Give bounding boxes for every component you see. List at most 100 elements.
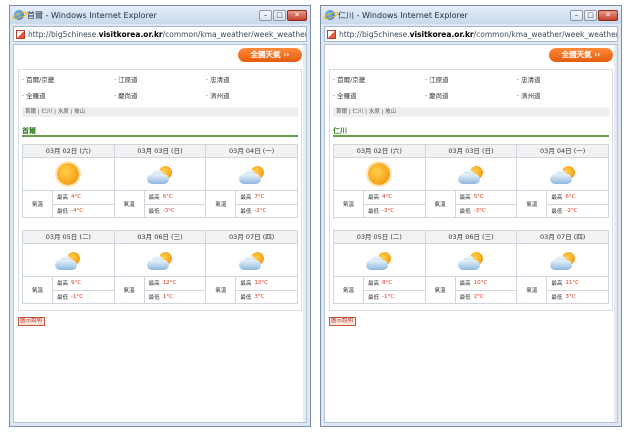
- forecast-day: 03月 07日 (四) 氣溫 最高 11°C 最低 3°C: [517, 231, 609, 304]
- forecast-date: 03月 05日 (二): [334, 231, 425, 244]
- url-host: visitkorea.or.kr: [98, 29, 163, 39]
- city-list[interactable]: 首爾 | 仁川 | 水原 | 坡山: [22, 107, 298, 117]
- city-list[interactable]: 首爾 | 仁川 | 水原 | 坡山: [333, 107, 609, 117]
- region-link[interactable]: 江原道: [114, 74, 206, 84]
- region-link[interactable]: 濟州道: [517, 90, 609, 100]
- close-icon[interactable]: ✕: [287, 9, 307, 21]
- temperature-label: 氣溫: [206, 277, 237, 303]
- max-value: 12°C: [254, 280, 268, 287]
- scrollbar[interactable]: [303, 45, 306, 422]
- max-value: 4°C: [382, 194, 393, 201]
- min-value: 3°C: [254, 293, 265, 300]
- forecast-day: 03月 02日 (六) 氣溫 最高 4°C 最低 -3°C: [334, 145, 426, 217]
- max-temperature: 最高 12°C: [144, 277, 206, 291]
- forecast-date: 03月 04日 (一): [206, 145, 298, 158]
- maximize-icon[interactable]: □: [584, 9, 597, 21]
- partly-cloudy-icon: [53, 252, 83, 272]
- window-title: 仁川 - Windows Internet Explorer: [338, 10, 468, 20]
- weather-icon-cell: [114, 158, 206, 191]
- temperature-values: 最高 6°C 最低 -2°C: [547, 191, 609, 217]
- min-value: -3°C: [473, 207, 486, 214]
- temperature-label: 氣溫: [115, 277, 145, 303]
- max-temperature: 最高 5°C: [455, 191, 517, 205]
- forecast-day: 03月 04日 (一) 氣溫 最高 7°C 最低 -2°C: [206, 145, 298, 217]
- min-label: 最低: [459, 208, 471, 215]
- min-temperature: 最低 3°C: [547, 291, 608, 304]
- region-link[interactable]: 慶尚道: [425, 90, 517, 100]
- address-bar[interactable]: http://big5chinese. visitkorea.or.kr/comm…: [13, 26, 307, 42]
- min-value: -1°C: [71, 293, 84, 300]
- max-value: 8°C: [382, 280, 393, 287]
- max-label: 最高: [551, 195, 563, 202]
- nationwide-weather-button[interactable]: 全國天氣 ››: [549, 48, 613, 62]
- temperature-label: 氣溫: [334, 191, 364, 217]
- weather-panel: 首爾/京畿江原道忠清道全羅道慶尚道濟州道 首爾 | 仁川 | 水原 | 坡山 仁…: [329, 69, 613, 311]
- minimize-icon[interactable]: –: [259, 9, 272, 21]
- partly-cloudy-icon: [456, 252, 486, 272]
- max-value: 6°C: [162, 194, 173, 201]
- forecast-day: 03月 05日 (二) 氣溫 最高 9°C 最低 -1°C: [23, 231, 115, 303]
- region-link[interactable]: 江原道: [425, 74, 517, 84]
- title-bar: 仁川 - Windows Internet Explorer – □ ✕: [321, 6, 621, 24]
- max-value: 5°C: [473, 194, 484, 201]
- temperature-values: 最高 4°C 最低 -4°C: [53, 191, 114, 217]
- temperature-cell: 氣溫 最高 12°C 最低 1°C: [115, 277, 206, 303]
- browser-window: 仁川 - Windows Internet Explorer – □ ✕ htt…: [320, 5, 622, 427]
- min-value: 2°C: [473, 293, 484, 300]
- min-value: -3°C: [162, 207, 175, 214]
- close-icon[interactable]: ✕: [598, 9, 618, 21]
- forecast-day: 03月 02日 (六) 氣溫 最高 4°C 最低 -4°C: [23, 145, 115, 217]
- temperature-values: 最高 7°C 最低 -2°C: [236, 191, 298, 217]
- weather-icon-cell: [334, 244, 425, 277]
- partly-cloudy-icon: [237, 166, 267, 186]
- scrollbar[interactable]: [614, 45, 617, 422]
- max-label: 最高: [148, 281, 160, 288]
- max-label: 最高: [240, 195, 252, 202]
- min-temperature: 最低 -1°C: [53, 291, 114, 304]
- region-link[interactable]: 首爾/京畿: [333, 74, 425, 84]
- region-link[interactable]: 濟州道: [206, 90, 298, 100]
- min-label: 最低: [57, 294, 69, 301]
- max-label: 最高: [57, 195, 69, 202]
- min-label: 最低: [148, 208, 160, 215]
- min-temperature: 最低 -3°C: [145, 205, 206, 218]
- nationwide-weather-button[interactable]: 全國天氣 ››: [238, 48, 302, 62]
- max-temperature: 最高 9°C: [53, 277, 114, 291]
- min-value: -2°C: [254, 207, 267, 214]
- partly-cloudy-icon: [145, 252, 175, 272]
- min-temperature: 最低 -3°C: [364, 205, 425, 218]
- region-link[interactable]: 忠清道: [206, 74, 298, 84]
- region-link[interactable]: 全羅道: [22, 90, 114, 100]
- temperature-label: 氣溫: [206, 191, 237, 217]
- max-value: 4°C: [71, 194, 82, 201]
- title-divider: [333, 135, 609, 137]
- weather-icon-cell: [425, 244, 517, 277]
- region-link[interactable]: 慶尚道: [114, 90, 206, 100]
- address-bar[interactable]: http://big5chinese. visitkorea.or.kr/comm…: [324, 26, 618, 42]
- weather-icon-cell: [517, 244, 609, 277]
- legend-button[interactable]: 圖示說明: [329, 317, 356, 326]
- weather-panel: 首爾/京畿江原道忠清道全羅道慶尚道濟州道 首爾 | 仁川 | 水原 | 坡山 首…: [18, 69, 302, 311]
- maximize-icon[interactable]: □: [273, 9, 286, 21]
- region-link[interactable]: 全羅道: [333, 90, 425, 100]
- sun-icon: [368, 163, 391, 185]
- region-link[interactable]: 首爾/京畿: [22, 74, 114, 84]
- internet-explorer-icon: [325, 10, 335, 20]
- partly-cloudy-icon: [237, 252, 267, 272]
- temperature-cell: 氣溫 最高 7°C 最低 -2°C: [206, 191, 298, 217]
- weather-icon-cell: [517, 158, 609, 191]
- forecast-row-2: 03月 05日 (二) 氣溫 最高 8°C 最低 -1°C 03月 06日 (三) 氣溫 最高 1…: [333, 230, 609, 304]
- minimize-icon[interactable]: –: [570, 9, 583, 21]
- min-label: 最低: [240, 294, 252, 301]
- url-suffix: /common/kma_weather/week_weather.jsp: [162, 29, 307, 39]
- partly-cloudy-icon: [548, 166, 578, 186]
- temperature-values: 最高 6°C 最低 -3°C: [144, 191, 206, 218]
- partly-cloudy-icon: [548, 252, 578, 272]
- max-temperature: 最高 6°C: [144, 191, 206, 205]
- max-value: 11°C: [565, 280, 579, 287]
- region-list: 首爾/京畿江原道忠清道全羅道慶尚道濟州道: [22, 74, 298, 100]
- min-value: -2°C: [565, 207, 578, 214]
- legend-button[interactable]: 圖示說明: [18, 317, 45, 326]
- region-link[interactable]: 忠清道: [517, 74, 609, 84]
- temperature-cell: 氣溫 最高 6°C 最低 -2°C: [517, 191, 609, 217]
